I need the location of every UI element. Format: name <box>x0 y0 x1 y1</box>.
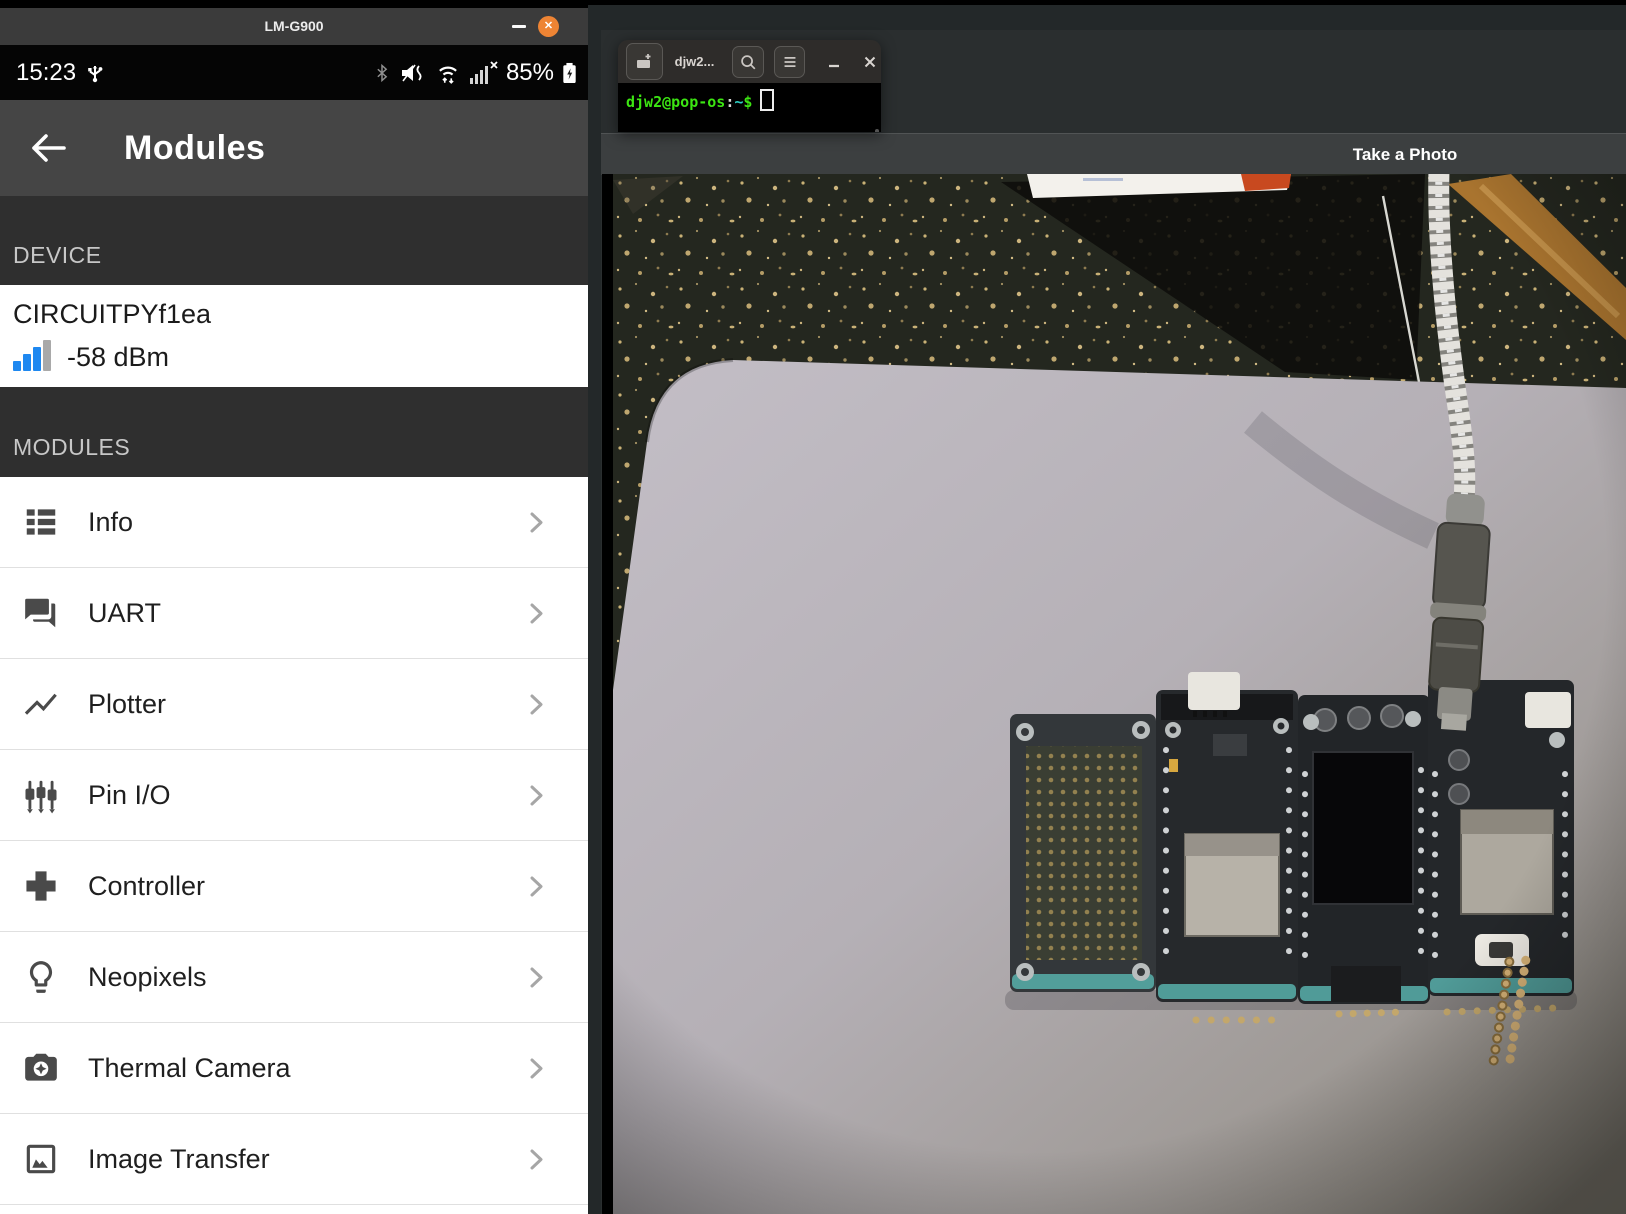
minimize-dash[interactable] <box>512 25 526 28</box>
dpad-icon <box>21 866 61 906</box>
camera-app-window: Take a Photo <box>601 30 1626 1214</box>
camera-photo-frame <box>602 174 1626 1214</box>
module-row-pinio[interactable]: Pin I/O <box>0 750 588 841</box>
terminal-window: djw2... djw2@pop-os:~$ <box>618 40 881 132</box>
signal-bars-icon <box>11 337 53 377</box>
usb-icon <box>83 61 107 85</box>
cell-signal-icon <box>469 60 499 86</box>
mute-icon <box>399 60 427 86</box>
phone-window-title: LM-G900 <box>0 8 588 45</box>
chevron-right-icon <box>529 602 544 630</box>
camera-photo <box>613 174 1626 1214</box>
page-title: Modules <box>124 129 265 168</box>
module-row-uart[interactable]: UART <box>0 568 588 659</box>
menu-button[interactable] <box>774 46 806 78</box>
terminal-minimize-button[interactable] <box>823 51 845 73</box>
terminal-titlebar[interactable]: djw2... <box>618 40 881 83</box>
close-x[interactable] <box>538 16 559 37</box>
terminal-scrollbar[interactable] <box>875 129 879 132</box>
image-icon <box>21 1139 61 1179</box>
lightbulb-icon <box>21 957 61 997</box>
bluetooth-icon <box>372 60 392 86</box>
phone-mirror-window: LM-G900 15:23 <box>0 8 588 1214</box>
shell-prompt: djw2@pop-os:~$ <box>626 89 774 111</box>
menu-icon <box>780 52 800 72</box>
app-header: Modules <box>0 100 588 196</box>
phone-window-titlebar[interactable]: LM-G900 <box>0 8 588 45</box>
chevron-right-icon <box>529 875 544 903</box>
terminal-cursor <box>760 89 774 111</box>
camera-icon <box>21 1048 61 1088</box>
battery-icon <box>561 59 578 87</box>
take-photo-button[interactable]: Take a Photo <box>1325 134 1485 175</box>
module-row-controller[interactable]: Controller <box>0 841 588 932</box>
chat-bubbles-icon <box>21 593 61 633</box>
module-row-thermal-camera[interactable]: Thermal Camera <box>0 1023 588 1114</box>
battery-percent: 85% <box>506 59 554 87</box>
chevron-right-icon <box>529 511 544 539</box>
camera-toolbar: Take a Photo <box>601 133 1626 175</box>
chevron-right-icon <box>529 693 544 721</box>
android-statusbar: 15:23 <box>0 45 588 100</box>
statusbar-time: 15:23 <box>16 59 76 87</box>
back-button[interactable] <box>26 130 70 166</box>
wifi-icon <box>434 60 462 86</box>
chevron-right-icon <box>529 1148 544 1176</box>
module-list: Info UART Plotter <box>0 477 588 1214</box>
search-button[interactable] <box>732 46 764 78</box>
module-row-neopixels[interactable]: Neopixels <box>0 932 588 1023</box>
device-section-header: DEVICE <box>0 196 588 285</box>
modules-section-header: MODULES <box>0 387 588 477</box>
device-card[interactable]: CIRCUITPYf1ea -58 dBm <box>0 285 588 387</box>
list-icon <box>21 502 61 542</box>
device-name: CIRCUITPYf1ea <box>13 299 211 330</box>
chevron-right-icon <box>529 784 544 812</box>
plot-line-icon <box>21 684 61 724</box>
module-row-info[interactable]: Info <box>0 477 588 568</box>
new-tab-icon <box>633 51 655 73</box>
close-icon <box>862 54 878 70</box>
terminal-tab-title[interactable]: djw2... <box>675 54 719 69</box>
search-icon <box>738 52 758 72</box>
minimize-icon <box>826 54 842 70</box>
module-row-plotter[interactable]: Plotter <box>0 659 588 750</box>
device-rssi: -58 dBm <box>67 342 169 373</box>
sliders-icon <box>21 775 61 815</box>
chevron-right-icon <box>529 966 544 994</box>
new-tab-button[interactable] <box>626 43 663 80</box>
terminal-close-button[interactable] <box>859 51 881 73</box>
chevron-right-icon <box>529 1057 544 1085</box>
vignette <box>613 174 1626 1214</box>
terminal-content[interactable]: djw2@pop-os:~$ <box>618 83 881 132</box>
module-row-image-transfer[interactable]: Image Transfer <box>0 1114 588 1205</box>
